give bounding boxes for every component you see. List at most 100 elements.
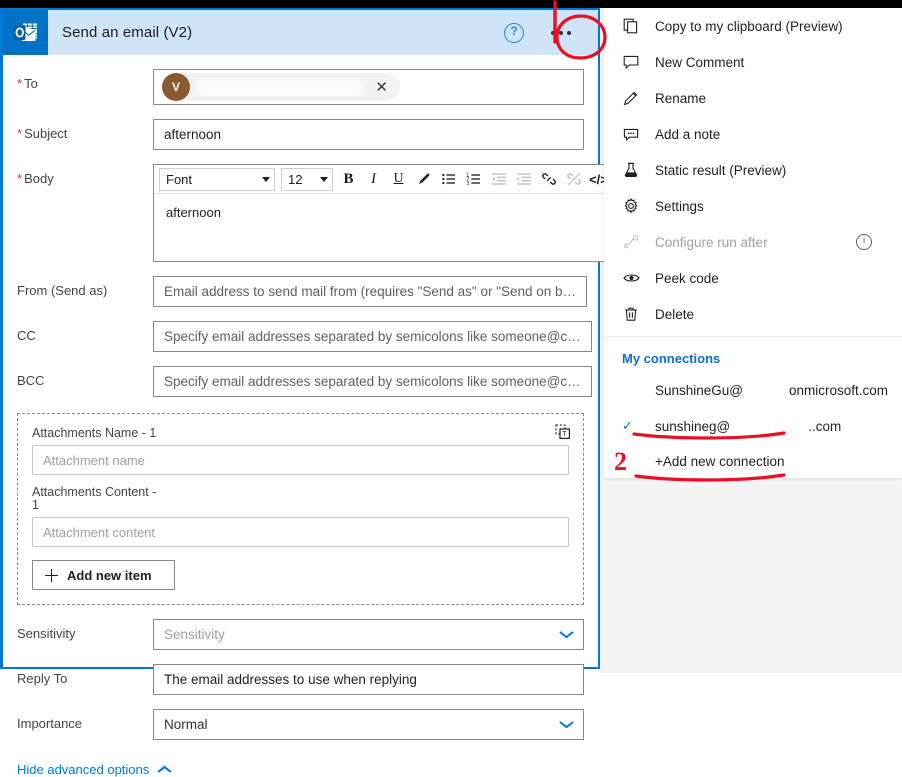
close-icon[interactable]: ✕ [369,78,394,96]
importance-select[interactable]: Normal [153,709,584,740]
hide-advanced-options-link[interactable]: Hide advanced options [17,762,584,777]
attachments-content-index: 1 [32,498,39,512]
menu-item-label: Add a note [655,126,721,142]
plus-icon [45,568,58,582]
avatar: V [162,73,190,101]
header-actions: ? [504,10,588,55]
hide-advanced-options-label: Hide advanced options [17,762,150,777]
importance-value: Normal [164,717,208,732]
menu-item-label: Copy to my clipboard (Preview) [655,18,843,34]
form-body: * To V ✕ * Subject afternoon * Body Font… [3,69,614,777]
sensitivity-select[interactable]: Sensitivity [153,619,584,650]
sensitivity-value: Sensitivity [164,627,225,642]
label-sensitivity: Sensitivity [17,626,76,641]
increase-indent-icon[interactable] [511,167,536,191]
add-new-item-label: Add new item [67,567,152,583]
card-header: Send an email (V2) ? [3,10,598,55]
chevron-down-icon [560,631,573,639]
attachments-group: T Attachments Name - 1 Attachment name A… [17,413,584,605]
label-subject: * Subject [17,126,68,141]
menu-item-label: Peek code [655,270,719,286]
label-to: * To [17,76,38,91]
add-new-connection-link[interactable]: +Add new connection [604,444,902,478]
required-asterisk: * [17,171,23,186]
connection-item-sunshinegu[interactable]: SunshineGu@ onmicrosoft.com [604,372,902,408]
menu-item-peek-code[interactable]: Peek code [604,260,902,296]
menu-item-add-a-note[interactable]: Add a note [604,116,902,152]
to-input[interactable]: V ✕ [153,69,584,105]
attachments-name-label: Attachments Name - 1 [32,426,157,440]
add-new-item-button[interactable]: Add new item [32,560,175,590]
context-menu: Copy to my clipboard (Preview) New Comme… [604,8,902,478]
ellipsis-icon[interactable] [544,20,578,46]
field-row-from: From (Send as) Email address to send mai… [17,276,588,307]
send-email-card: Send an email (V2) ? * To V ✕ * Subject … [0,8,614,777]
eye-icon [622,271,640,285]
field-row-bcc: BCC Specify email addresses separated by… [17,366,592,397]
subject-input[interactable]: afternoon [153,119,584,150]
run-after-icon [622,234,640,250]
from-input[interactable]: Email address to send mail from (require… [153,276,588,307]
label-from: From (Send as) [17,283,108,298]
menu-item-configure-run-after: Configure run after i [604,224,902,260]
label-importance: Importance [17,716,83,731]
info-icon[interactable]: i [856,234,872,250]
copy-icon [622,18,640,34]
decrease-indent-icon[interactable] [486,167,511,191]
chevron-down-icon [560,721,573,729]
menu-item-rename[interactable]: Rename [604,80,902,116]
attachments-content-label: Attachments Content - 1 [32,485,157,512]
numbered-list-icon[interactable]: 1 2 3 [461,167,486,191]
menu-item-new-comment[interactable]: New Comment [604,44,902,80]
screen-root: Send an email (V2) ? * To V ✕ * Subject … [0,0,902,777]
help-icon[interactable]: ? [504,22,524,43]
recipient-chip[interactable]: V ✕ [162,73,400,101]
flask-icon [622,162,640,178]
rich-text-toolbar: Font 12 B I U 1 2 3 </> [154,165,613,194]
my-connections-header: My connections [622,351,721,366]
menu-item-label: Static result (Preview) [655,162,787,178]
reply-to-input[interactable]: The email addresses to use when replying [153,664,584,695]
menu-item-label: Rename [655,90,707,106]
field-row-cc: CC Specify email addresses separated by … [17,321,592,352]
body-text[interactable]: afternoon [154,194,613,261]
trash-icon [622,306,640,322]
menu-item-copy-to-my-clipboard[interactable]: Copy to my clipboard (Preview) [604,8,902,44]
label-reply-to: Reply To [17,671,68,686]
underline-icon[interactable]: U [386,167,411,191]
svg-text:T: T [562,431,567,438]
bold-icon[interactable]: B [336,167,361,191]
attachment-name-input[interactable]: Attachment name [32,445,569,475]
chevron-up-icon [158,766,171,774]
connection-item-sunshineg[interactable]: ✓ sunshineg@ ..com [604,408,902,444]
text-color-icon[interactable] [411,167,436,191]
italic-icon[interactable]: I [361,167,386,191]
bcc-input[interactable]: Specify email addresses separated by sem… [153,366,592,397]
field-row-reply-to: Reply To The email addresses to use when… [17,664,584,695]
remove-link-icon[interactable] [561,167,586,191]
field-row-subject: * Subject afternoon [17,119,584,150]
menu-item-label: Settings [655,198,704,214]
font-family-select[interactable]: Font [159,167,275,191]
label-bcc: BCC [17,373,45,388]
copy-as-text-icon[interactable]: T [555,424,571,440]
connection-domain: onmicrosoft.com [788,382,888,398]
cc-input[interactable]: Specify email addresses separated by sem… [153,321,592,352]
font-size-select[interactable]: 12 [281,167,333,191]
outlook-icon [3,10,48,55]
label-body: * Body [17,171,54,186]
attachment-content-input[interactable]: Attachment content [32,517,569,547]
menu-item-delete[interactable]: Delete [604,296,902,332]
field-row-importance: Importance Normal [17,709,584,740]
menu-item-static-result[interactable]: Static result (Preview) [604,152,902,188]
menu-item-settings[interactable]: Settings [604,188,902,224]
page-title: Send an email (V2) [62,24,193,41]
bulleted-list-icon[interactable] [436,167,461,191]
check-icon: ✓ [622,418,633,433]
connection-name: SunshineGu@ [655,382,744,398]
pencil-icon [622,90,640,106]
comment-icon [622,54,640,70]
insert-link-icon[interactable] [536,167,561,191]
required-asterisk: * [17,126,23,141]
field-row-to: * To V ✕ [17,69,584,105]
